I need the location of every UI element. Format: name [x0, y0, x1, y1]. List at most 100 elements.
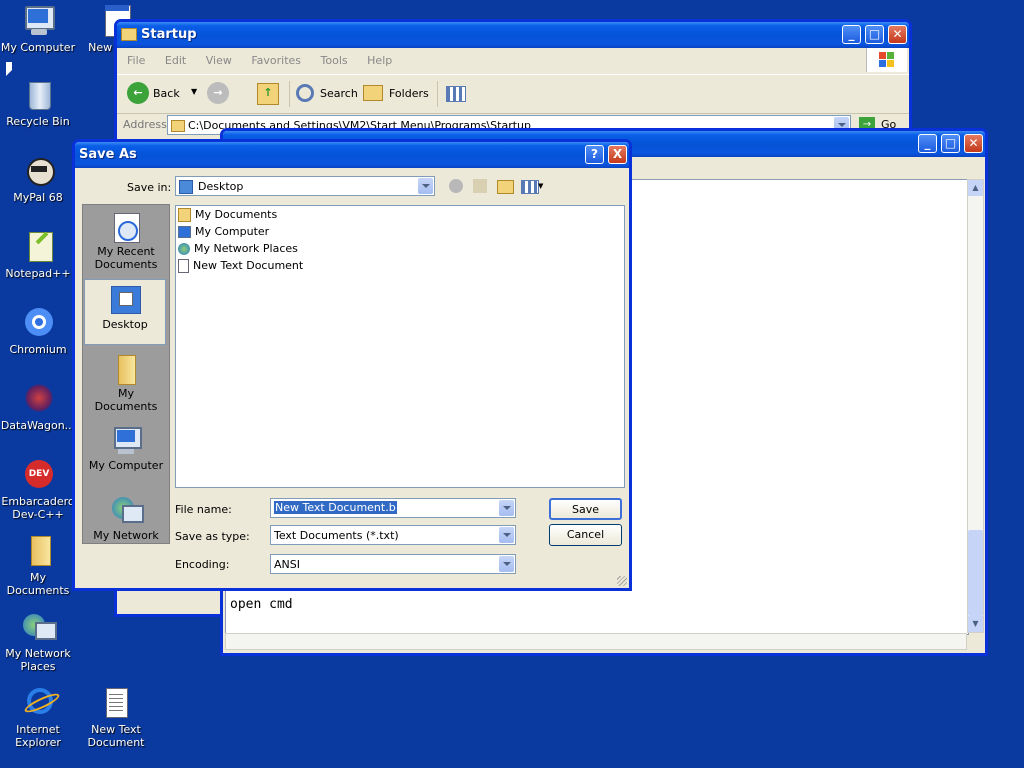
desktop-icon-my-documents[interactable]: My Documents	[0, 534, 78, 597]
desktop-icon-my-network-places[interactable]: My Network Places	[0, 610, 78, 673]
place-desktop[interactable]: Desktop	[84, 279, 166, 345]
desktop-icon-label: My Network Places	[5, 647, 71, 673]
save-in-label: Save in:	[127, 181, 172, 194]
save-in-dropdown-button[interactable]	[418, 178, 433, 194]
scroll-thumb[interactable]	[968, 530, 983, 616]
list-item[interactable]: My Computer	[178, 224, 269, 240]
desktop-icon-label: Chromium	[9, 343, 67, 356]
close-button[interactable]: X	[608, 145, 627, 164]
save-as-type-label: Save as type:	[175, 530, 250, 543]
maximize-button[interactable]: □	[941, 134, 960, 153]
internet-explorer-icon	[21, 686, 62, 720]
desktop-icon-recycle-bin[interactable]: Recycle Bin	[0, 78, 78, 128]
encoding-select[interactable]: ANSI	[270, 554, 516, 574]
place-label: My Documents	[94, 387, 158, 413]
scroll-up-button[interactable]: ▲	[968, 180, 983, 196]
folder-icon	[21, 534, 55, 568]
desktop-icon-chromium[interactable]: Chromium	[0, 306, 78, 356]
minimize-button[interactable]: _	[842, 25, 861, 44]
folders-button[interactable]: Folders	[361, 81, 431, 107]
file-name-dropdown-button[interactable]	[499, 500, 514, 516]
new-folder-icon[interactable]	[497, 180, 514, 194]
desktop-icon-devcpp[interactable]: DEV Embarcadero Dev-C++	[0, 458, 78, 521]
folder-icon	[178, 208, 191, 222]
place-my-documents[interactable]: My Documents	[85, 353, 167, 413]
desktop-icon-label: DataWagon...	[0, 419, 76, 432]
list-item[interactable]: New Text Document	[178, 258, 303, 274]
save-button[interactable]: Save	[549, 498, 622, 520]
file-name-label: File name:	[175, 503, 232, 516]
resize-grip-icon[interactable]	[617, 576, 627, 586]
maximize-button[interactable]: □	[865, 25, 884, 44]
desktop-icon-new-text-document[interactable]: New Text Document	[76, 686, 156, 749]
menu-tools[interactable]: Tools	[321, 54, 348, 67]
menu-file[interactable]: File	[127, 54, 145, 67]
minimize-button[interactable]: _	[918, 134, 937, 153]
place-label: My Computer	[88, 459, 164, 472]
desktop-icon-label: New Text Document	[87, 723, 145, 749]
up-folder-icon[interactable]: ↑	[257, 83, 279, 105]
network-icon	[110, 495, 144, 527]
forward-button[interactable]: →	[207, 82, 229, 104]
desktop-icon-datawagon[interactable]: DataWagon...	[0, 382, 78, 432]
up-one-level-icon[interactable]	[473, 179, 487, 193]
back-icon[interactable]	[449, 179, 463, 193]
search-button[interactable]: Search	[289, 81, 358, 107]
desktop-icon-mypal[interactable]: MyPal 68	[0, 154, 78, 204]
list-item[interactable]: My Network Places	[178, 241, 298, 257]
vertical-scrollbar[interactable]: ▲ ▼	[967, 179, 984, 633]
encoding-value: ANSI	[274, 558, 300, 571]
computer-icon	[178, 226, 191, 238]
menu-favorites[interactable]: Favorites	[251, 54, 301, 67]
save-as-type-select[interactable]: Text Documents (*.txt)	[270, 525, 516, 545]
place-my-recent-documents[interactable]: My Recent Documents	[85, 211, 167, 271]
place-my-network[interactable]: My Network	[85, 495, 167, 542]
folder-icon	[110, 353, 142, 385]
menu-view[interactable]: View	[206, 54, 232, 67]
desktop-icon-label: MyPal 68	[13, 191, 63, 204]
horizontal-scrollbar[interactable]	[225, 633, 967, 650]
save-in-select[interactable]: Desktop	[175, 176, 435, 196]
desktop-icon-label: Recycle Bin	[6, 115, 70, 128]
explorer-titlebar[interactable]: Startup _ □ ✕	[117, 22, 909, 48]
folder-icon	[121, 28, 137, 41]
text-document-icon	[99, 686, 133, 720]
desktop-icon-label: My Computer	[0, 41, 76, 54]
file-list[interactable]: My Documents My Computer My Network Plac…	[175, 205, 625, 488]
save-as-type-value: Text Documents (*.txt)	[274, 529, 399, 542]
explorer-toolbar: ← Back ▼ → ↑ Search Folders	[117, 74, 909, 114]
search-icon	[296, 84, 314, 102]
explorer-title: Startup	[141, 27, 197, 42]
computer-icon	[21, 4, 55, 38]
help-button[interactable]: ?	[585, 145, 604, 164]
mouse-cursor-icon	[6, 62, 12, 76]
view-menu-icon[interactable]	[521, 180, 539, 194]
scroll-down-button[interactable]: ▼	[968, 616, 983, 632]
place-my-computer[interactable]: My Computer	[85, 425, 167, 472]
back-button[interactable]: ← Back ▼	[125, 81, 197, 107]
close-button[interactable]: ✕	[888, 25, 907, 44]
menu-help[interactable]: Help	[367, 54, 392, 67]
file-name-input[interactable]: New Text Document.b	[270, 498, 516, 518]
notepad-text: open cmd	[230, 597, 293, 612]
back-arrow-icon: ←	[127, 82, 149, 104]
desktop-icon-notepadpp[interactable]: Notepad++	[0, 230, 78, 280]
list-item[interactable]: My Documents	[178, 207, 277, 223]
mypal-icon	[21, 154, 55, 188]
dialog-title: Save As	[79, 147, 137, 162]
save-as-type-dropdown-button[interactable]	[499, 527, 514, 543]
file-label: My Computer	[195, 225, 270, 238]
desktop-icon-internet-explorer[interactable]: Internet Explorer	[0, 686, 78, 749]
dialog-titlebar[interactable]: Save As ? X	[75, 142, 629, 168]
desktop-icon-my-computer[interactable]: My Computer	[0, 4, 78, 54]
file-label: My Documents	[195, 208, 278, 221]
search-label: Search	[320, 87, 358, 100]
views-button[interactable]	[437, 81, 474, 107]
recycle-bin-icon	[21, 78, 55, 112]
cancel-button[interactable]: Cancel	[549, 524, 622, 546]
address-label: Address	[123, 118, 167, 131]
close-button[interactable]: ✕	[964, 134, 983, 153]
encoding-dropdown-button[interactable]	[499, 556, 514, 572]
place-label: My Network	[93, 529, 159, 542]
menu-edit[interactable]: Edit	[165, 54, 186, 67]
